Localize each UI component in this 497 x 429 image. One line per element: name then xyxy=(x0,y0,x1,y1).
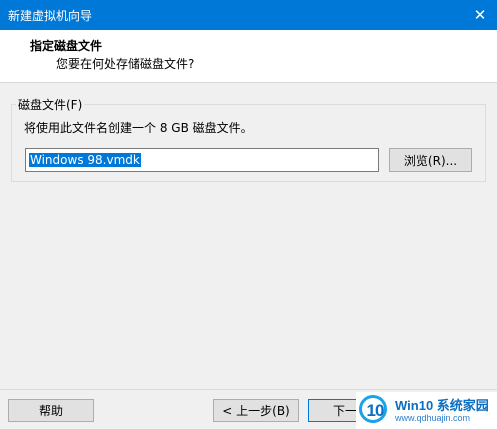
help-button[interactable]: 帮助 xyxy=(8,399,94,422)
win10-logo-icon: 10 xyxy=(358,394,392,428)
watermark-url: www.qdhuajin.com xyxy=(395,412,471,423)
wizard-header: 指定磁盘文件 您要在何处存储磁盘文件? xyxy=(0,30,497,83)
disk-file-name-input[interactable]: Windows 98.vmdk xyxy=(25,148,379,172)
title-bar: 新建虚拟机向导 ✕ xyxy=(0,0,497,30)
back-button[interactable]: < 上一步(B) xyxy=(213,399,299,422)
watermark-logo-text: 10 xyxy=(366,400,385,420)
disk-file-name-value: Windows 98.vmdk xyxy=(29,153,141,167)
footer-divider xyxy=(0,389,497,390)
disk-file-description: 将使用此文件名创建一个 8 GB 磁盘文件。 xyxy=(24,121,253,135)
window-title: 新建虚拟机向导 xyxy=(8,9,93,23)
close-icon[interactable]: ✕ xyxy=(463,0,497,30)
page-title: 指定磁盘文件 xyxy=(30,39,103,53)
watermark-title: Win10 系统家园 xyxy=(395,397,489,413)
page-subtitle: 您要在何处存储磁盘文件? xyxy=(56,57,195,71)
watermark: 10 Win10 系统家园 www.qdhuajin.com xyxy=(356,392,497,429)
browse-button[interactable]: 浏览(R)... xyxy=(389,148,472,172)
disk-file-group-label: 磁盘文件(F) xyxy=(16,96,85,113)
